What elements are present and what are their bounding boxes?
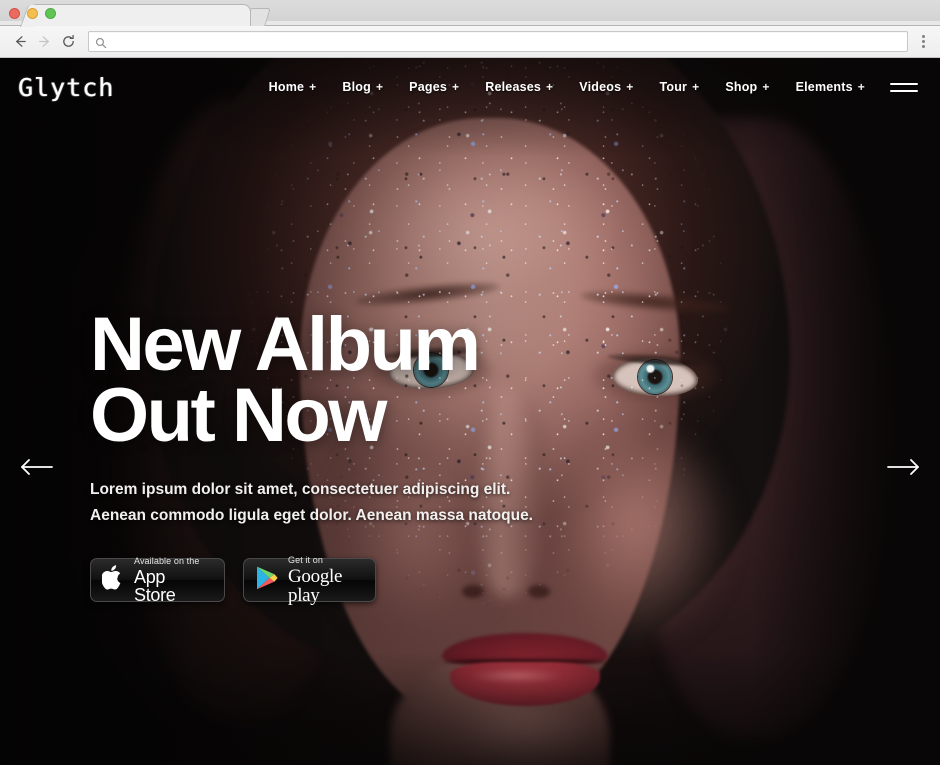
search-icon bbox=[95, 36, 107, 48]
nav-label: Elements bbox=[795, 80, 853, 94]
arrow-right-icon bbox=[887, 457, 921, 482]
arrow-right-icon bbox=[37, 34, 52, 49]
nav-item-home[interactable]: Home + bbox=[256, 80, 330, 94]
hero-title-line-1: New Album bbox=[90, 302, 481, 387]
google-play-badge-bottom-text: Google play bbox=[288, 565, 343, 606]
site-logo[interactable]: Glytch bbox=[18, 73, 114, 102]
nav-label: Shop bbox=[725, 80, 758, 94]
nav-label: Pages bbox=[409, 80, 448, 94]
nav-item-tour[interactable]: Tour + bbox=[646, 80, 712, 94]
hero-title-line-2: Out Now bbox=[90, 372, 387, 458]
plus-icon: + bbox=[309, 80, 317, 94]
minimize-window-button[interactable] bbox=[27, 8, 38, 19]
arrow-left-icon bbox=[19, 457, 53, 482]
google-play-icon bbox=[255, 565, 279, 596]
address-input[interactable] bbox=[112, 35, 901, 48]
site-header: Glytch Home + Blog + Pages + Releases + bbox=[0, 58, 940, 116]
google-play-badge[interactable]: Get it on Google play bbox=[243, 554, 376, 606]
nav-label: Releases bbox=[485, 80, 542, 94]
nav-label: Blog bbox=[342, 80, 371, 94]
app-store-badges: Available on the App Store Get it on Goo… bbox=[90, 554, 710, 606]
hero-subtitle-line-1: Lorem ipsum dolor sit amet, consectetuer… bbox=[90, 481, 511, 499]
browser-tab[interactable] bbox=[33, 4, 251, 26]
plus-icon: + bbox=[857, 80, 865, 94]
main-navigation: Home + Blog + Pages + Releases + Videos bbox=[256, 77, 932, 97]
nav-label: Videos bbox=[579, 80, 622, 94]
plus-icon: + bbox=[375, 80, 384, 94]
nav-label: Tour bbox=[659, 80, 688, 94]
arrow-left-icon bbox=[13, 34, 28, 49]
page-viewport: Glytch Home + Blog + Pages + Releases + bbox=[0, 58, 940, 765]
plus-icon: + bbox=[762, 80, 770, 94]
plus-icon: + bbox=[452, 80, 460, 94]
app-store-badge-top-text: Available on the bbox=[134, 555, 200, 566]
google-play-badge-top-text: Get it on bbox=[288, 554, 323, 565]
app-store-badge[interactable]: Available on the App Store bbox=[90, 555, 225, 605]
hero-title: New Album Out Now bbox=[90, 302, 710, 458]
plus-icon: + bbox=[692, 80, 700, 94]
nav-item-releases[interactable]: Releases + bbox=[472, 80, 566, 94]
plus-icon: + bbox=[626, 80, 634, 94]
nav-item-blog[interactable]: Blog + bbox=[329, 80, 396, 94]
slider-next-button[interactable] bbox=[884, 454, 924, 484]
apple-logo-icon bbox=[101, 564, 125, 596]
nav-item-pages[interactable]: Pages + bbox=[396, 80, 472, 94]
zoom-window-button[interactable] bbox=[45, 8, 56, 19]
browser-tab-strip bbox=[0, 0, 940, 26]
nav-item-videos[interactable]: Videos + bbox=[566, 80, 646, 94]
back-button[interactable] bbox=[8, 30, 32, 54]
nav-item-elements[interactable]: Elements + bbox=[783, 80, 878, 94]
hero-subtitle: Lorem ipsum dolor sit amet, consectetuer… bbox=[90, 477, 710, 528]
nav-label: Home bbox=[268, 80, 305, 94]
browser-toolbar bbox=[0, 26, 940, 58]
nav-item-shop[interactable]: Shop + bbox=[712, 80, 782, 94]
plus-icon: + bbox=[546, 80, 554, 94]
hero-subtitle-line-2: Aenean commodo ligula eget dolor. Aenean… bbox=[90, 506, 533, 524]
reload-button[interactable] bbox=[56, 30, 80, 54]
browser-window: Glytch Home + Blog + Pages + Releases + bbox=[0, 0, 940, 766]
three-dot-menu-icon[interactable] bbox=[914, 30, 932, 54]
hero-content: New Album Out Now Lorem ipsum dolor sit … bbox=[90, 302, 710, 606]
close-window-button[interactable] bbox=[9, 8, 20, 19]
forward-button[interactable] bbox=[32, 30, 56, 54]
window-traffic-lights bbox=[9, 8, 56, 19]
app-store-badge-bottom-text: App Store bbox=[134, 566, 176, 605]
hamburger-menu-icon[interactable] bbox=[890, 77, 918, 97]
reload-icon bbox=[61, 34, 76, 49]
slider-prev-button[interactable] bbox=[16, 454, 56, 484]
address-bar[interactable] bbox=[88, 31, 908, 52]
